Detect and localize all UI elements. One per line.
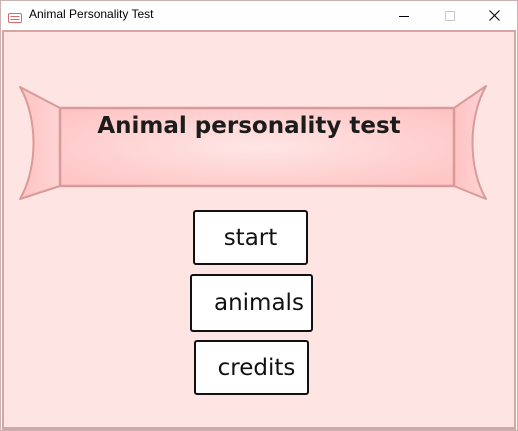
title-bar[interactable]: Animal Personality Test [1,1,517,30]
minimize-icon [399,6,409,25]
close-icon [488,6,500,25]
banner-left-tail [19,86,61,200]
app-window: Animal Personality Test Animal personali… [0,0,518,431]
close-button[interactable] [471,1,517,30]
minimize-button[interactable] [381,1,427,30]
maximize-button[interactable] [427,1,473,30]
start-button[interactable]: start [193,210,308,265]
window-title: Animal Personality Test [29,7,154,21]
maximize-icon [445,6,455,25]
app-card-icon [8,9,22,23]
banner-right-tail [453,85,487,200]
animals-button[interactable]: animals [190,274,313,332]
credits-button[interactable]: credits [194,340,309,395]
page-title: Animal personality test [97,113,401,139]
game-area: Animal personality test start animals cr… [2,30,516,430]
